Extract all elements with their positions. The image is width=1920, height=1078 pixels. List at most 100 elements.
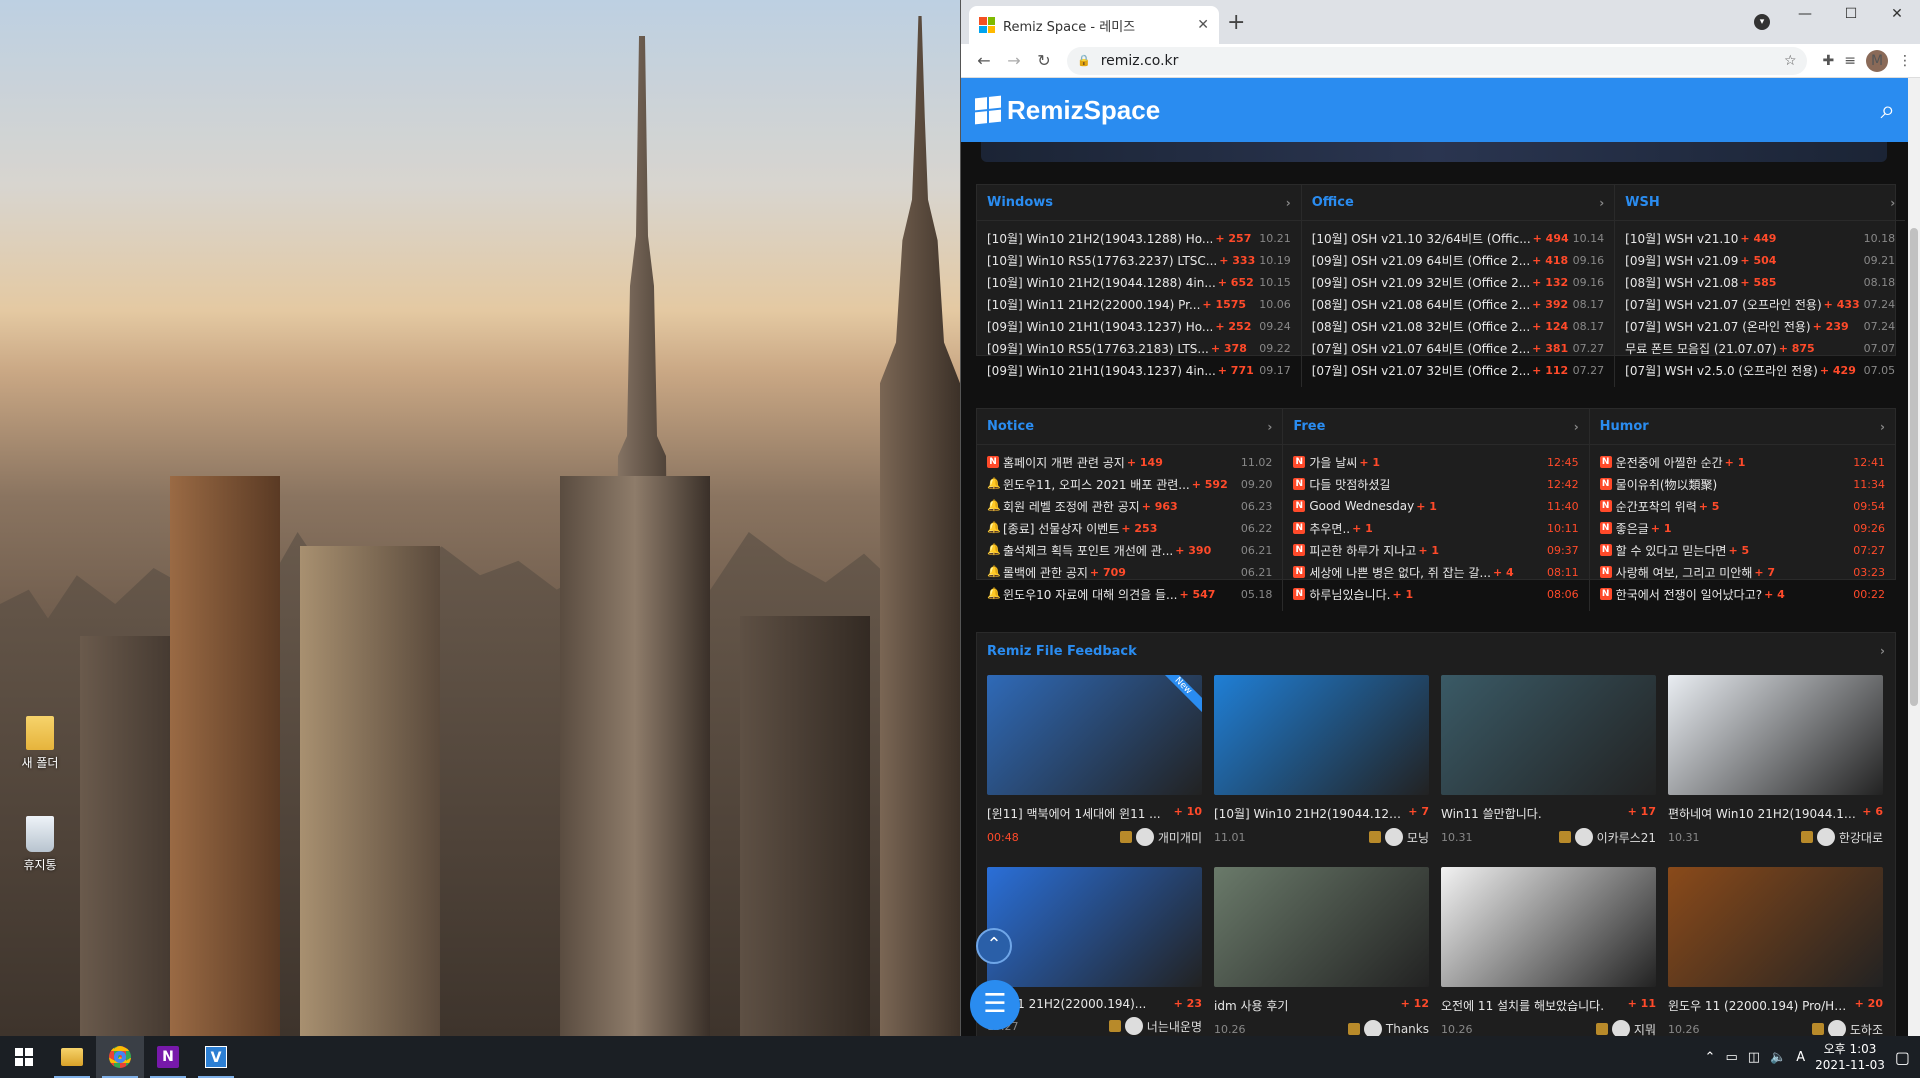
taskbar-chrome[interactable] bbox=[96, 1036, 144, 1078]
feedback-card[interactable]: idm 사용 후기 + 12 10.26 Thanks bbox=[1214, 867, 1429, 1036]
post-row[interactable]: [10월] OSH v21.10 32/64비트 (Offic... + 494 1… bbox=[1312, 227, 1604, 249]
post-row[interactable]: N 세상에 나쁜 병은 없다, 쥐 잡는 갈... + 4 08:11 bbox=[1293, 561, 1579, 583]
start-button[interactable] bbox=[0, 1036, 48, 1078]
board-header[interactable]: WSH › bbox=[1615, 185, 1906, 221]
search-icon[interactable]: ⌕ bbox=[1880, 95, 1895, 126]
post-row[interactable]: [09월] Win10 21H1(19043.1237) 4in... + 771… bbox=[987, 359, 1291, 381]
post-row[interactable]: 🔔 윈도우11, 오피스 2021 배포 관련... + 592 09.20 bbox=[987, 473, 1272, 495]
site-logo[interactable]: RemizSpace bbox=[975, 95, 1160, 126]
taskbar-v-app[interactable]: V bbox=[192, 1036, 240, 1078]
network-icon[interactable]: ◫ bbox=[1748, 1050, 1760, 1065]
post-row[interactable]: N 순간포착의 위력 + 5 09:54 bbox=[1599, 495, 1885, 517]
minimize-icon[interactable]: — bbox=[1782, 0, 1828, 28]
taskbar-onenote[interactable]: N bbox=[144, 1036, 192, 1078]
tab-remiz-space[interactable]: Remiz Space - 레미즈 ✕ bbox=[969, 6, 1219, 44]
board-header[interactable]: Office › bbox=[1301, 185, 1615, 221]
post-row[interactable]: [10월] Win10 21H2(19044.1288) 4in... + 652… bbox=[987, 271, 1291, 293]
post-row[interactable]: N 홈페이지 개편 관련 공지 + 149 11.02 bbox=[987, 451, 1272, 473]
extensions-icon[interactable]: ✚ bbox=[1823, 53, 1835, 69]
card-thumbnail[interactable] bbox=[1214, 675, 1429, 795]
post-row[interactable]: 🔔 [종료] 선물상자 이벤트 + 253 06.22 bbox=[987, 517, 1272, 539]
board-header[interactable]: Free › bbox=[1283, 409, 1589, 445]
maximize-icon[interactable]: ☐ bbox=[1828, 0, 1874, 28]
card-author[interactable]: 지뭐 bbox=[1595, 1020, 1656, 1036]
card-thumbnail[interactable] bbox=[987, 867, 1202, 987]
desktop-icon-recycle-bin[interactable]: 휴지통 bbox=[12, 816, 68, 873]
post-row[interactable]: N 사랑해 여보, 그리고 미안해 + 7 03:23 bbox=[1599, 561, 1885, 583]
reload-icon[interactable]: ↻ bbox=[1029, 51, 1059, 70]
page-scrollbar[interactable] bbox=[1908, 78, 1920, 1036]
post-row[interactable]: N 좋은글 + 1 09:26 bbox=[1599, 517, 1885, 539]
post-row[interactable]: N 운전중에 아찔한 순간 + 1 12:41 bbox=[1599, 451, 1885, 473]
clock[interactable]: 오후 1:03 2021-11-03 bbox=[1815, 1041, 1885, 1073]
card-thumbnail[interactable] bbox=[1214, 867, 1429, 987]
post-row[interactable]: 🔔 회원 레벨 조정에 관한 공지 + 963 06.23 bbox=[987, 495, 1272, 517]
tab-search-icon[interactable]: ▾ bbox=[1754, 14, 1770, 30]
banner-image[interactable] bbox=[981, 142, 1887, 162]
post-row[interactable]: [10월] WSH v21.10 + 449 10.18 bbox=[1625, 227, 1895, 249]
post-row[interactable]: [07월] OSH v21.07 32비트 (Office 2... + 112 0… bbox=[1312, 359, 1604, 381]
post-row[interactable]: [07월] WSH v2.5.0 (오프라인 전용) + 429 07.05 bbox=[1625, 359, 1895, 381]
bookmark-star-icon[interactable]: ☆ bbox=[1784, 53, 1797, 69]
feedback-card[interactable]: New [윈11] 맥북에어 1세대에 윈11 ... + 10 00:48 개미개미 bbox=[987, 675, 1202, 855]
card-author[interactable]: 한강대로 bbox=[1800, 828, 1883, 846]
post-row[interactable]: N 다들 맛점하셨길 12:42 bbox=[1293, 473, 1579, 495]
post-row[interactable]: [10월] Win10 21H2(19043.1288) Ho... + 257 1… bbox=[987, 227, 1291, 249]
post-row[interactable]: 🔔 출석체크 획득 포인트 개선에 관... + 390 06.21 bbox=[987, 539, 1272, 561]
floating-menu-button[interactable]: ☰ bbox=[970, 980, 1020, 1030]
notification-icon[interactable]: ▢ bbox=[1895, 1048, 1910, 1067]
volume-icon[interactable]: 🔈 bbox=[1770, 1050, 1786, 1065]
chevron-up-icon[interactable]: ⌃ bbox=[1705, 1050, 1716, 1065]
post-row[interactable]: [09월] Win10 21H1(19043.1237) Ho... + 252 0… bbox=[987, 315, 1291, 337]
post-row[interactable]: [08월] OSH v21.08 32비트 (Office 2... + 124 0… bbox=[1312, 315, 1604, 337]
feedback-card[interactable]: 윈도우 11 (22000.194) Pro/Ho... + 20 10.26 도하조 bbox=[1668, 867, 1883, 1036]
card-thumbnail[interactable]: New bbox=[987, 675, 1202, 795]
post-row[interactable]: [07월] WSH v21.07 (온라인 전용) + 239 07.24 bbox=[1625, 315, 1895, 337]
menu-kebab-icon[interactable]: ⋮ bbox=[1898, 53, 1912, 69]
battery-icon[interactable]: ▭ bbox=[1725, 1050, 1737, 1065]
close-tab-icon[interactable]: ✕ bbox=[1197, 17, 1209, 33]
back-icon[interactable]: ← bbox=[969, 51, 999, 70]
card-author[interactable]: 모닝 bbox=[1368, 828, 1429, 846]
scroll-top-button[interactable]: ⌃ bbox=[976, 928, 1012, 964]
desktop-icon-new-folder[interactable]: 새 폴더 bbox=[12, 716, 68, 771]
feedback-card[interactable]: 오전에 11 설치를 해보았습니다. + 11 10.26 지뭐 bbox=[1441, 867, 1656, 1036]
post-row[interactable]: [07월] OSH v21.07 64비트 (Office 2... + 381 0… bbox=[1312, 337, 1604, 359]
new-tab-button[interactable]: + bbox=[1227, 10, 1245, 35]
post-row[interactable]: N 가을 날씨 + 1 12:45 bbox=[1293, 451, 1579, 473]
feedback-header[interactable]: Remiz File Feedback › bbox=[977, 633, 1895, 669]
taskbar-file-explorer[interactable] bbox=[48, 1036, 96, 1078]
card-thumbnail[interactable] bbox=[1668, 867, 1883, 987]
post-row[interactable]: [09월] Win10 RS5(17763.2183) LTS... + 378 0… bbox=[987, 337, 1291, 359]
media-control-icon[interactable]: ≡ bbox=[1844, 53, 1856, 69]
post-row[interactable]: [08월] OSH v21.08 64비트 (Office 2... + 392 0… bbox=[1312, 293, 1604, 315]
post-row[interactable]: 🔔 롤백에 관한 공지 + 709 06.21 bbox=[987, 561, 1272, 583]
board-header[interactable]: Windows › bbox=[977, 185, 1301, 221]
post-row[interactable]: [10월] Win11 21H2(22000.194) Pr... + 1575 1… bbox=[987, 293, 1291, 315]
card-author[interactable]: Thanks bbox=[1347, 1020, 1429, 1036]
card-author[interactable]: 이카루스21 bbox=[1558, 828, 1656, 846]
card-author[interactable]: 개미개미 bbox=[1119, 828, 1202, 846]
card-author[interactable]: 도하조 bbox=[1811, 1020, 1883, 1036]
post-row[interactable]: [10월] Win10 RS5(17763.2237) LTSC... + 333… bbox=[987, 249, 1291, 271]
profile-avatar[interactable]: M bbox=[1866, 49, 1888, 72]
close-window-icon[interactable]: ✕ bbox=[1874, 0, 1920, 28]
feedback-card[interactable]: [10월] Win10 21H2(19044.1288... + 7 11.01 모닝 bbox=[1214, 675, 1429, 855]
card-author[interactable]: 너는내운명 bbox=[1108, 1017, 1202, 1035]
post-row[interactable]: [09월] OSH v21.09 64비트 (Office 2... + 418 0… bbox=[1312, 249, 1604, 271]
feedback-card[interactable]: Win11 쓸만합니다. + 17 10.31 이카루스21 bbox=[1441, 675, 1656, 855]
post-row[interactable]: [08월] WSH v21.08 + 585 08.18 bbox=[1625, 271, 1895, 293]
lock-icon[interactable]: 🔒 bbox=[1077, 54, 1091, 67]
post-row[interactable]: [09월] OSH v21.09 32비트 (Office 2... + 132 0… bbox=[1312, 271, 1604, 293]
post-row[interactable]: N 피곤한 하루가 지나고 + 1 09:37 bbox=[1293, 539, 1579, 561]
forward-icon[interactable]: → bbox=[999, 51, 1029, 70]
post-row[interactable]: 🔔 윈도우10 자료에 대해 의견을 들... + 547 05.18 bbox=[987, 583, 1272, 605]
feedback-card[interactable]: 편하네여 Win10 21H2(19044.12... + 6 10.31 한강대로 bbox=[1668, 675, 1883, 855]
card-thumbnail[interactable] bbox=[1668, 675, 1883, 795]
card-thumbnail[interactable] bbox=[1441, 867, 1656, 987]
board-header[interactable]: Humor › bbox=[1589, 409, 1895, 445]
post-row[interactable]: 무료 폰트 모음집 (21.07.07) + 875 07.07 bbox=[1625, 337, 1895, 359]
post-row[interactable]: N할 수 있다고 믿는다면 + 5 07:27 bbox=[1599, 539, 1885, 561]
post-row[interactable]: N 물이유취(物以類聚) 11:34 bbox=[1599, 473, 1885, 495]
post-row[interactable]: N 추우면.. + 1 10:11 bbox=[1293, 517, 1579, 539]
